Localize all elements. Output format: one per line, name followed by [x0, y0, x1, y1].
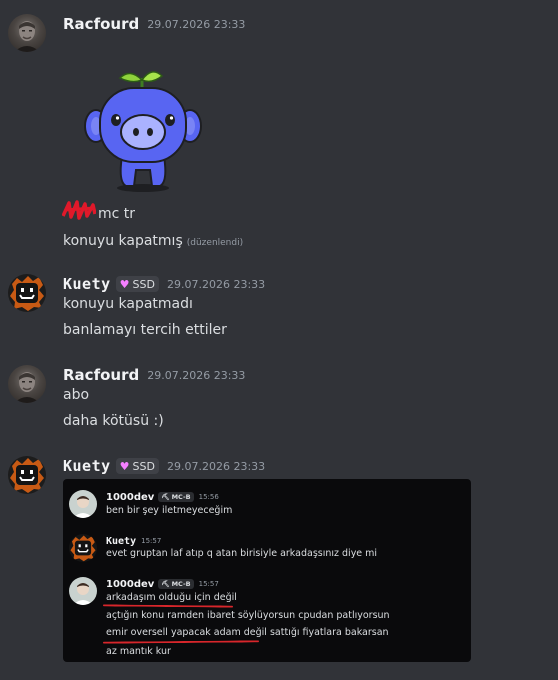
message-text: daha kötüsü :) — [63, 413, 164, 429]
role-badge[interactable]: ♥ SSD — [115, 458, 159, 474]
avatar — [69, 577, 97, 605]
message-text: konuyu kapatmadı — [63, 296, 193, 312]
embedded-text: açtığın konu ramden ibaret söylüyorsun c… — [106, 610, 390, 621]
message-header: Kuety ♥ SSD 29.07.2026 23:33 — [63, 274, 265, 294]
username: 1000dev — [106, 578, 155, 590]
edited-label: (düzenlendi) — [186, 238, 244, 248]
wumpus-sprout-sticker-icon[interactable] — [82, 64, 204, 196]
username: Kuety — [106, 535, 137, 547]
message-text: abo — [63, 387, 90, 403]
embedded-text: ben bir şey iletmeyeceğim — [106, 505, 233, 516]
timestamp: 15:57 — [141, 537, 162, 545]
message-text: banlamayı tercih ettiler — [63, 322, 227, 338]
username: 1000dev — [106, 491, 155, 503]
red-scribble-redaction — [62, 200, 96, 220]
timestamp: 29.07.2026 23:33 — [166, 277, 266, 291]
user-photo-icon — [14, 21, 40, 52]
avatar — [69, 490, 97, 518]
message-header: Racfourd 29.07.2026 23:33 — [63, 365, 245, 385]
role-badge: ⛏ MC-B — [158, 579, 194, 589]
username[interactable]: Kuety — [63, 275, 111, 293]
message-header: Kuety ♥ SSD 29.07.2026 23:33 — [63, 456, 265, 476]
avatar[interactable] — [8, 14, 46, 52]
avatar[interactable] — [8, 274, 46, 312]
embedded-header: 1000dev ⛏ MC-B 15:56 — [106, 490, 219, 504]
username[interactable]: Racfourd — [63, 366, 139, 384]
timestamp: 15:57 — [198, 580, 219, 588]
red-underline — [102, 640, 260, 644]
red-underline — [102, 604, 234, 608]
embedded-header: Kuety 15:57 — [106, 534, 161, 548]
avatar[interactable] — [8, 365, 46, 403]
avatar — [69, 534, 97, 562]
heart-icon: ♥ — [119, 459, 130, 473]
timestamp: 29.07.2026 23:33 — [166, 459, 266, 473]
timestamp: 29.07.2026 23:33 — [147, 17, 246, 31]
username[interactable]: Kuety — [63, 457, 111, 475]
timestamp: 15:56 — [198, 493, 219, 501]
heart-icon: ♥ — [119, 277, 130, 291]
message-header: Racfourd 29.07.2026 23:33 — [63, 14, 245, 34]
user-photo-icon — [73, 583, 93, 605]
avatar[interactable] — [8, 456, 46, 494]
embedded-text: az mantık kur — [106, 646, 171, 657]
username[interactable]: Racfourd — [63, 15, 139, 33]
embedded-text: emir oversell yapacak adam değil sattığı… — [106, 627, 389, 638]
message-text: mc tr — [98, 206, 136, 222]
user-photo-icon — [73, 496, 93, 518]
embedded-text: evet gruptan laf atıp q atan birisiyle a… — [106, 548, 378, 559]
user-photo-icon — [14, 372, 40, 403]
embedded-header: 1000dev ⛏ MC-B 15:57 — [106, 577, 219, 591]
role-badge: ⛏ MC-B — [158, 492, 194, 502]
role-badge[interactable]: ♥ SSD — [115, 276, 159, 292]
message-text: konuyu kapatmış (düzenlendi) — [63, 233, 244, 249]
smiley-avatar-icon — [10, 276, 44, 311]
timestamp: 29.07.2026 23:33 — [147, 368, 246, 382]
image-attachment[interactable]: 1000dev ⛏ MC-B 15:56 ben bir şey iletmey… — [63, 479, 471, 662]
smiley-avatar-icon — [10, 458, 44, 493]
embedded-text: arkadaşım olduğu için değil — [106, 592, 237, 603]
smiley-avatar-icon — [70, 535, 96, 562]
